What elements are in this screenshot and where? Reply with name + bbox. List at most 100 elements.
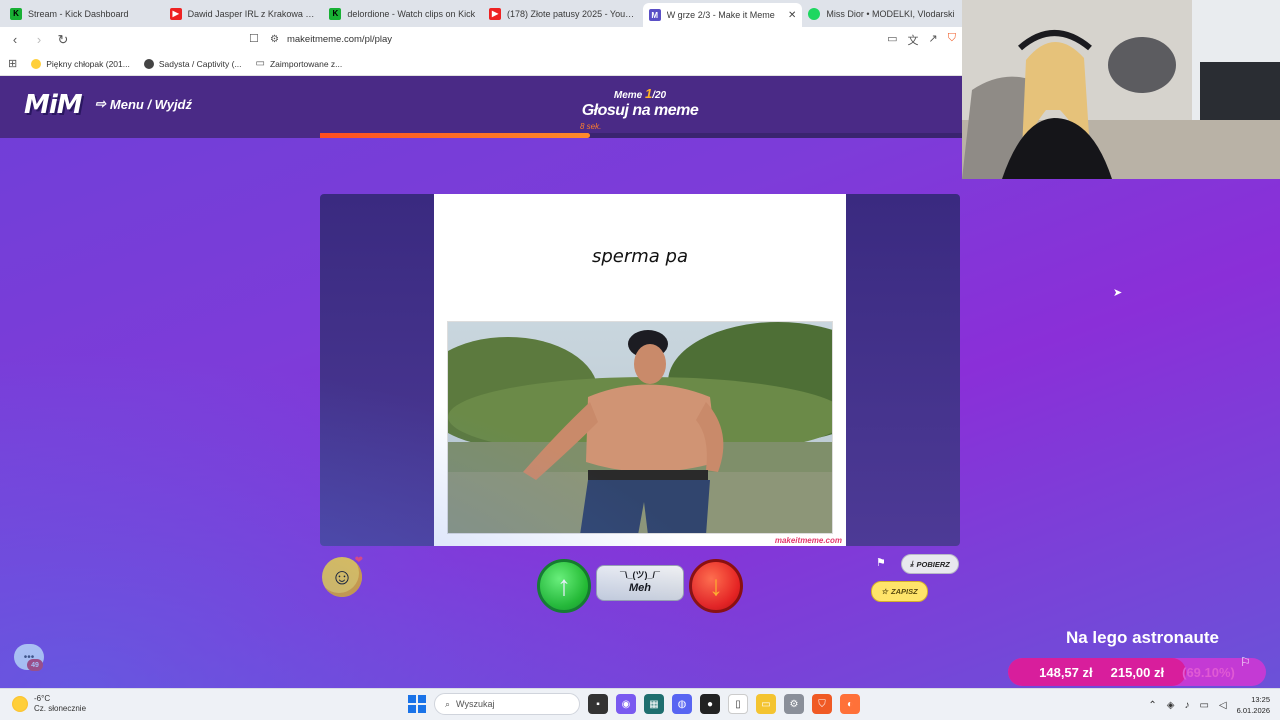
clock[interactable]: 13:25 6.01.2026 [1237,694,1270,716]
chat-badge: 49 [27,659,43,671]
meme-card: sperma pa makeitmeme.com [434,194,846,546]
bookmark-item[interactable]: Sadysta / Captivity (... [143,58,242,69]
settings-icon[interactable]: ⚙ [784,694,804,714]
brave-shield-icon[interactable]: ⛉ [948,32,956,48]
webcam-feed [962,0,1280,179]
taskbar-search[interactable]: ⌕ Wyszukaj [434,693,580,715]
weather-widget[interactable]: -6°C Cz. słonecznie [12,694,86,714]
browser-tab[interactable]: ▶ Dawid Jasper IRL z Krakowa - Spotkanie [164,3,324,25]
save-button[interactable]: ☆ ZAPISZ [871,581,928,602]
forward-icon[interactable]: › [32,32,46,47]
tab-title: Miss Dior • MODELKI, Vlodarski [826,8,955,19]
brave-icon[interactable]: ⛉ [812,694,832,714]
star-icon: ☆ [881,587,889,596]
report-flag-icon[interactable]: ⚑ [876,556,886,569]
kick-favicon-icon: K [329,7,342,20]
cast-icon[interactable]: ▭ [887,32,897,48]
browser-tab[interactable]: M W grze 2/3 - Make it Meme ✕ [642,3,803,27]
url-field[interactable]: ⚙ makeitmeme.com/pl/play [270,31,392,48]
timer-progress-fill [320,133,590,138]
browser-tab[interactable]: K Stream - Kick Dashboard [4,3,164,25]
browser-tab-bar: K Stream - Kick Dashboard ▶ Dawid Jasper IR… [0,0,962,27]
running-man-image [448,322,832,533]
tab-title: Stream - Kick Dashboard [28,8,129,19]
donation-goal-bar: 148,57 zł 215,00 zł (69.10%) [1008,658,1266,686]
start-icon[interactable] [408,695,426,713]
clock-date: 6.01.2026 [1236,706,1270,715]
mouse-cursor-icon: ➤ [1113,287,1123,299]
goal-current: 148,57 zł [1039,664,1093,680]
display-icon[interactable]: ▭ [1199,700,1208,711]
yt-favicon-icon: ▶ [489,7,502,20]
mic-icon[interactable]: ♪ [1184,700,1189,711]
meme-image [447,321,833,534]
vote-up-button[interactable]: ↑ [537,559,591,613]
discord-icon[interactable]: ◍ [672,694,692,714]
donation-goal-title: Na lego astronaute [1065,628,1220,647]
firefox-icon[interactable]: ◐ [840,694,860,714]
system-tray: ⌃ ◈ ♪ ▭ ◁ 13:25 6.01.2026 [1148,694,1270,716]
emoji-favicon-icon [31,58,42,69]
taskbar: -6°C Cz. słonecznie ⌕ Wyszukaj ▪ ◉ ▦ ◍ ●… [0,688,1280,720]
clock-time: 13:25 [1251,695,1270,704]
reload-icon[interactable]: ↻ [56,32,70,48]
arrow-down-icon: ↓ [709,570,723,601]
store-icon[interactable]: ▦ [644,694,664,714]
emoji-reaction-button[interactable]: ☺ ❤ [322,555,363,597]
translate-icon[interactable]: 文 [908,32,919,48]
apps-grid-icon[interactable]: ⊞ [8,57,17,70]
bookmark-item[interactable]: Piękny chłopak (201... [31,58,130,69]
tab-title: Dawid Jasper IRL z Krakowa - Spotkanie [187,8,318,19]
address-bar: ‹ › ↻ ☐ ⚙ makeitmeme.com/pl/play ▭ 文 ↗ ⛉ [0,27,962,52]
yt-favicon-icon: ▶ [169,7,182,20]
goal-percent: (69.10%) [1182,664,1235,680]
bookmarks-bar: ⊞ Piękny chłopak (201... Sadysta / Capti… [0,52,962,76]
kick-favicon-icon: K [10,7,22,20]
tab-title: (178) Złote patusy 2025 - YouTube [507,8,637,19]
smile-icon: ☺ [330,564,354,589]
weather-desc: Cz. słonecznie [34,704,87,713]
download-icon: ⤓ [910,559,914,568]
tab-title: delordione - Watch clips on Kick [347,8,476,19]
donation-goal-text: 148,57 zł 215,00 zł (69.10%) [1008,658,1266,686]
globe-icon [143,58,154,69]
network-icon[interactable]: ◈ [1167,700,1175,711]
weather-temp: -6°C [34,694,51,703]
share-icon[interactable]: ↗ [929,32,938,48]
chevron-up-icon[interactable]: ⌃ [1148,700,1156,711]
watermark: makeitmeme.com [774,536,842,545]
site-info-icon[interactable]: ⚙ [270,34,279,45]
goal-target: 215,00 zł [1110,664,1165,680]
task-view-icon[interactable]: ▪ [588,694,608,714]
folder-icon: ▭ [255,58,265,69]
search-icon: ⌕ [445,698,451,709]
volume-icon[interactable]: ◁ [1219,700,1227,711]
close-tab-icon[interactable]: ✕ [788,10,796,21]
copilot-icon[interactable]: ◉ [616,694,636,714]
browser-tab[interactable]: Kdelordione - Watch clips on Kick [323,3,483,25]
vote-meh-button[interactable]: ¯\_(ツ)_/¯ Meh [596,565,684,601]
folder-icon[interactable]: ▭ [756,694,776,714]
sun-icon [12,696,28,712]
meh-label: Meh [629,582,651,594]
webcam-overlay [962,0,1280,179]
tab-title: W grze 2/3 - Make it Meme [666,10,775,20]
browser-tab[interactable]: Miss Dior • MODELKI, Vlodarski [802,3,962,25]
arrow-up-icon: ↑ [557,570,571,601]
vote-down-button[interactable]: ↓ [689,559,743,613]
url-text: makeitmeme.com/pl/play [286,34,393,45]
bookmark-folder[interactable]: ▭ Zaimportowane z... [256,58,343,69]
download-button[interactable]: ⤓ POBIERZ [901,554,959,574]
bookmark-icon[interactable]: ☐ [249,32,259,45]
heart-icon: ❤ [354,555,363,566]
shrug-text: ¯\_(ツ)_/¯ [620,570,660,580]
timer-progress-track [320,133,962,138]
taskbar-apps: ⌕ Wyszukaj ▪ ◉ ▦ ◍ ● ▯ ▭ ⚙ ⛉ ◐ [408,693,860,715]
browser-tab[interactable]: ▶ (178) Złote patusy 2025 - YouTube [483,3,643,25]
obs-icon[interactable]: ● [700,694,720,714]
address-bar-actions: ▭ 文 ↗ ⛉ [887,32,956,48]
back-icon[interactable]: ‹ [8,32,22,47]
spot-favicon-icon [808,7,821,20]
file-icon[interactable]: ▯ [728,694,748,714]
meme-caption: sperma pa [591,246,689,267]
